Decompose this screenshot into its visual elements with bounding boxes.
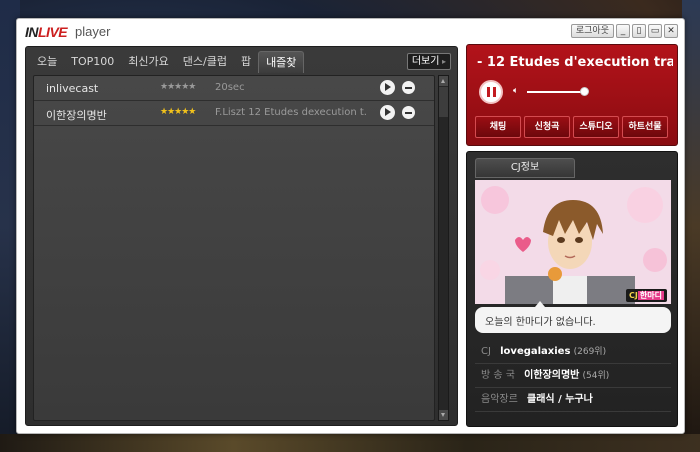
tab-today[interactable]: 오늘 <box>30 51 64 73</box>
restore-icon[interactable]: ▯ <box>632 24 646 38</box>
scroll-down-icon[interactable] <box>439 410 448 420</box>
window-controls: 로그아웃 _ ▯ ▭ ✕ <box>570 24 678 38</box>
chat-button[interactable]: 채팅 <box>475 116 521 138</box>
list-scrollbar[interactable] <box>438 75 449 421</box>
minimize-icon[interactable]: _ <box>616 24 630 38</box>
close-icon[interactable]: ✕ <box>664 24 678 38</box>
heart-gift-button[interactable]: 하트선물 <box>622 116 668 138</box>
tab-latest-kpop[interactable]: 최신가요 <box>121 51 175 73</box>
app-logo: INLIVE <box>25 24 68 40</box>
desktop-background-bottom <box>0 434 700 452</box>
scroll-thumb[interactable] <box>439 87 448 117</box>
action-buttons: 채팅 신청곡 스튜디오 하트선물 <box>475 116 668 138</box>
play-icon[interactable] <box>380 80 395 95</box>
list-item[interactable]: inlivecast ★★★★★ 20sec <box>34 76 434 101</box>
playlist-panel: 오늘 TOP100 최신가요 댄스/클럽 팝 내즐찾 더보기 ▸ inlivec… <box>25 46 458 426</box>
tab-cj-info[interactable]: CJ정보 <box>475 158 575 178</box>
tab-favorites[interactable]: 내즐찾 <box>258 51 305 73</box>
tab-top100[interactable]: TOP100 <box>64 51 121 73</box>
station-info: F.Liszt 12 Etudes dexecution t... <box>215 107 367 118</box>
category-tabs: 오늘 TOP100 최신가요 댄스/클럽 팝 내즐찾 <box>30 51 305 73</box>
cj-message-bubble: 오늘의 한마디가 없습니다. <box>475 301 671 333</box>
titlebar[interactable]: INLIVE player 로그아웃 _ ▯ ▭ ✕ <box>17 19 684 45</box>
logout-button[interactable]: 로그아웃 <box>570 24 614 38</box>
genre-value: 클래식 / 누구나 <box>527 394 593 405</box>
player-window: INLIVE player 로그아웃 _ ▯ ▭ ✕ 오늘 TOP100 최신가… <box>16 18 685 434</box>
volume-icon[interactable]: 🔈︎ <box>513 86 518 96</box>
scroll-up-icon[interactable] <box>439 76 448 86</box>
star-rating-icon: ★★★★★ <box>160 82 196 92</box>
song-request-button[interactable]: 신청곡 <box>524 116 570 138</box>
station-info: 20sec <box>215 82 245 93</box>
cj-avatar: CJ 한마디 <box>475 180 671 304</box>
app-logo-subtitle: player <box>75 24 111 39</box>
star-rating-icon: ★★★★★ <box>160 107 196 117</box>
maximize-icon[interactable]: ▭ <box>648 24 662 38</box>
station-row: 방 송 국 이한장의명반 (54위) <box>475 364 671 388</box>
volume-fill <box>527 91 581 93</box>
favorites-list: inlivecast ★★★★★ 20sec 이한장의명반 ★★★★★ F.Li… <box>33 75 435 421</box>
cj-info-panel: CJ정보 CJ 한마디 오늘의 한마디가 없습니다. CJ lovegalaxi… <box>466 151 678 427</box>
genre-row: 음악장르 클래식 / 누구나 <box>475 388 671 412</box>
tab-dance-club[interactable]: 댄스/클럽 <box>176 51 234 73</box>
more-button[interactable]: 더보기 ▸ <box>406 53 451 70</box>
volume-knob[interactable] <box>580 87 589 96</box>
list-item[interactable]: 이한장의명반 ★★★★★ F.Liszt 12 Etudes dexecutio… <box>34 101 434 126</box>
remove-icon[interactable] <box>402 106 415 119</box>
station-name-link[interactable]: 이한장의명반 <box>524 370 579 381</box>
cj-name-link[interactable]: lovegalaxies <box>500 346 570 357</box>
volume-slider[interactable] <box>527 91 587 93</box>
station-name: inlivecast <box>46 82 99 95</box>
now-playing-title: - 12 Etudes d'execution trar <box>477 55 673 70</box>
cj-details: CJ lovegalaxies (269위) 방 송 국 이한장의명반 (54위… <box>475 340 671 412</box>
cj-name-row: CJ lovegalaxies (269위) <box>475 340 671 364</box>
now-playing-panel: - 12 Etudes d'execution trar 🔈︎ 채팅 신청곡 스… <box>466 44 678 146</box>
chevron-right-icon: ▸ <box>439 57 446 66</box>
pause-icon[interactable] <box>479 80 503 104</box>
play-icon[interactable] <box>380 105 395 120</box>
cj-illustration <box>475 180 671 304</box>
station-name: 이한장의명반 <box>46 109 107 122</box>
cj-tagline-badge: CJ 한마디 <box>626 289 667 302</box>
remove-icon[interactable] <box>402 81 415 94</box>
studio-button[interactable]: 스튜디오 <box>573 116 619 138</box>
tab-pop[interactable]: 팝 <box>234 51 258 73</box>
